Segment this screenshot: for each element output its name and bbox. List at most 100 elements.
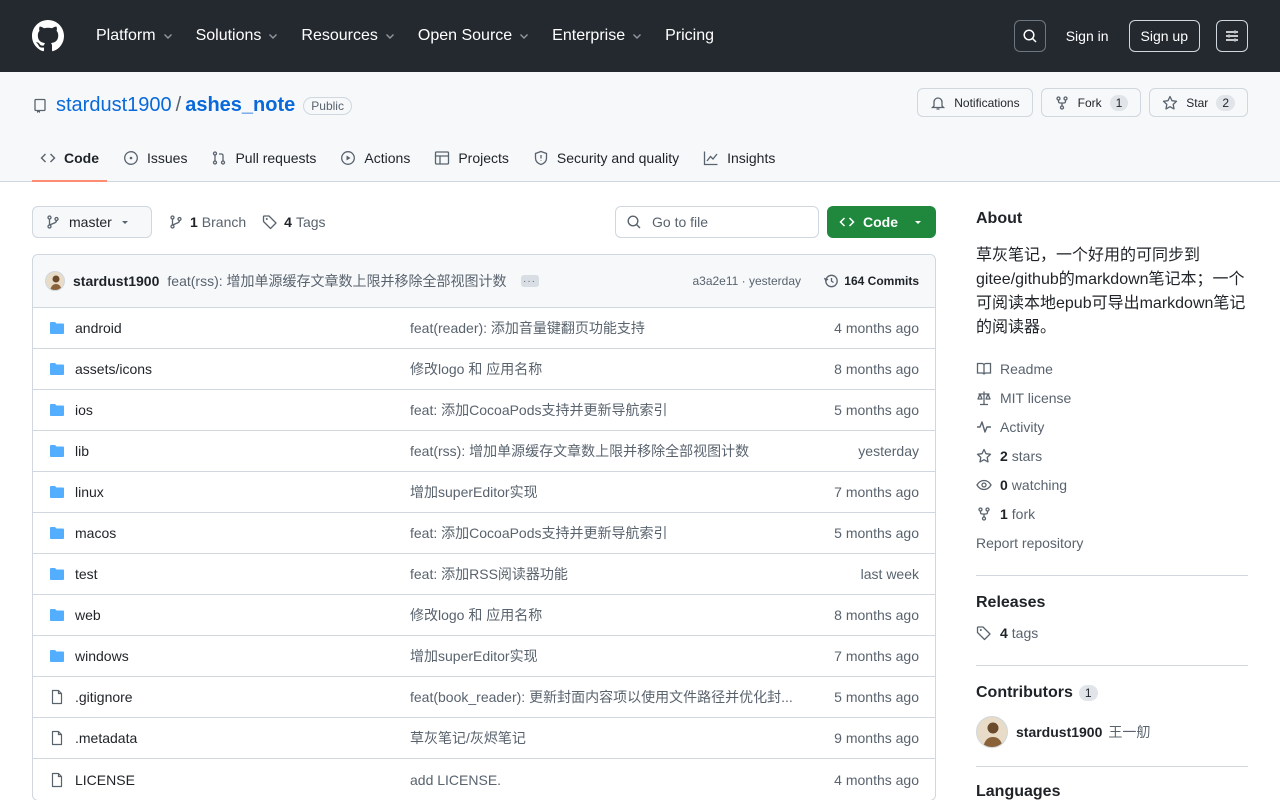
file-commit-message[interactable]: 增加superEditor实现: [410, 646, 538, 666]
branches-link[interactable]: 1 Branch: [168, 214, 246, 230]
file-name[interactable]: ios: [75, 402, 93, 418]
tab-code[interactable]: Code: [32, 135, 107, 182]
fork-label: fork: [1011, 505, 1036, 522]
license-link[interactable]: MIT license: [976, 383, 1248, 412]
file-name[interactable]: macos: [75, 525, 116, 541]
releases-heading[interactable]: Releases: [976, 594, 1248, 612]
avatar[interactable]: [976, 716, 1008, 748]
tab-projects[interactable]: Projects: [426, 135, 517, 181]
file-row[interactable]: assets/icons 修改logo 和 应用名称 8 months ago: [33, 349, 935, 390]
file-name[interactable]: windows: [75, 648, 129, 664]
file-commit-message[interactable]: 修改logo 和 应用名称: [410, 359, 542, 379]
contributors-title: Contributors: [976, 684, 1073, 701]
sign-up-button[interactable]: Sign up: [1128, 20, 1200, 52]
file-commit-message[interactable]: feat(book_reader): 更新封面内容项以使用文件路径并优化封...: [410, 687, 793, 707]
folder-icon: [50, 445, 64, 457]
file-row[interactable]: lib feat(rss): 增加单源缓存文章数上限并移除全部视图计数 yester…: [33, 431, 935, 472]
nav-enterprise[interactable]: Enterprise: [544, 20, 651, 52]
nav-platform[interactable]: Platform: [88, 20, 182, 52]
avatar[interactable]: [45, 271, 65, 291]
table-icon: [435, 151, 450, 165]
tags-link[interactable]: 4 Tags: [262, 214, 326, 230]
contributor-item[interactable]: stardust1900 王一舠: [976, 716, 1248, 748]
report-repository-link[interactable]: Report repository: [976, 528, 1248, 557]
file-name[interactable]: .gitignore: [75, 689, 133, 705]
star-button[interactable]: Star 2: [1149, 88, 1248, 117]
file-name[interactable]: lib: [75, 443, 89, 459]
file-name[interactable]: test: [75, 566, 98, 582]
sign-in-link[interactable]: Sign in: [1066, 28, 1109, 44]
nav-solutions[interactable]: Solutions: [188, 20, 288, 52]
file-row[interactable]: LICENSE add LICENSE. 4 months ago: [33, 759, 935, 800]
search-button[interactable]: [1013, 20, 1046, 52]
book-icon: [976, 362, 992, 375]
stars-link[interactable]: 2 stars: [976, 441, 1248, 470]
tab-insights[interactable]: Insights: [695, 135, 783, 181]
file-name[interactable]: assets/icons: [75, 361, 152, 377]
file-row[interactable]: .gitignore feat(book_reader): 更新封面内容项以使用文…: [33, 677, 935, 718]
watchers-link[interactable]: 0 watching: [976, 470, 1248, 499]
file-list: android feat(reader): 添加音量键翻页功能支持 4 months…: [33, 308, 935, 800]
file-row[interactable]: windows 增加superEditor实现 7 months ago: [33, 636, 935, 677]
go-to-file-input[interactable]: Go to file: [615, 206, 819, 238]
file-name[interactable]: web: [75, 607, 101, 623]
commit-author[interactable]: stardust1900: [73, 273, 159, 289]
tags-link[interactable]: 4 tags: [976, 618, 1248, 647]
file-commit-message[interactable]: feat(reader): 添加音量键翻页功能支持: [410, 318, 645, 338]
file-row[interactable]: linux 增加superEditor实现 7 months ago: [33, 472, 935, 513]
code-dropdown-button[interactable]: Code: [827, 206, 936, 238]
caret-down-icon: [915, 221, 921, 224]
commit-message[interactable]: feat(rss): 增加单源缓存文章数上限并移除全部视图计数: [167, 271, 506, 291]
file-name[interactable]: android: [75, 320, 122, 336]
tab-pull-requests[interactable]: Pull requests: [203, 135, 324, 181]
file-name[interactable]: LICENSE: [75, 772, 135, 788]
repo-owner-link[interactable]: stardust1900: [56, 94, 172, 117]
commit-sha[interactable]: a3a2e11 · yesterday: [692, 274, 801, 288]
file-row[interactable]: macos feat: 添加CocoaPods支持并更新导航索引 5 months …: [33, 513, 935, 554]
nav-open-source[interactable]: Open Source: [410, 20, 538, 52]
repo-name-link[interactable]: ashes_note: [185, 94, 295, 117]
search-icon: [627, 215, 641, 229]
nav-resources[interactable]: Resources: [293, 20, 403, 52]
file-commit-message[interactable]: feat: 添加CocoaPods支持并更新导航索引: [410, 400, 668, 420]
forks-link[interactable]: 1 fork: [976, 499, 1248, 528]
tag-count: 4: [284, 214, 292, 230]
github-logo-icon[interactable]: [32, 20, 64, 52]
tab-label: Projects: [458, 150, 509, 166]
file-name[interactable]: .metadata: [75, 730, 137, 746]
tab-security[interactable]: Security and quality: [525, 135, 687, 181]
tab-issues[interactable]: Issues: [115, 135, 195, 181]
file-icon: [51, 772, 63, 787]
fork-button[interactable]: Fork 1: [1040, 88, 1142, 117]
file-row[interactable]: ios feat: 添加CocoaPods支持并更新导航索引 5 months ag…: [33, 390, 935, 431]
divider: [976, 766, 1248, 767]
nav-pricing[interactable]: Pricing: [657, 20, 722, 52]
file-row[interactable]: test feat: 添加RSS阅读器功能 last week: [33, 554, 935, 595]
file-name[interactable]: linux: [75, 484, 104, 500]
commits-link[interactable]: 164 Commits: [823, 273, 919, 289]
activity-label: Activity: [1000, 418, 1045, 435]
file-commit-message[interactable]: 草灰笔记/灰烬笔记: [410, 728, 526, 748]
tab-actions[interactable]: Actions: [332, 135, 418, 181]
activity-link[interactable]: Activity: [976, 412, 1248, 441]
code-icon: [839, 217, 855, 227]
file-commit-date: 5 months ago: [834, 689, 919, 705]
caret-down-icon: [122, 221, 128, 224]
settings-menu-button[interactable]: [1216, 20, 1248, 52]
contributor-name[interactable]: stardust1900: [1016, 724, 1102, 740]
branch-selector[interactable]: master: [32, 206, 152, 238]
file-row[interactable]: web 修改logo 和 应用名称 8 months ago: [33, 595, 935, 636]
file-commit-message[interactable]: feat: 添加CocoaPods支持并更新导航索引: [410, 523, 668, 543]
file-commit-message[interactable]: 增加superEditor实现: [410, 482, 538, 502]
file-commit-message[interactable]: add LICENSE.: [410, 772, 501, 788]
file-commit-message[interactable]: 修改logo 和 应用名称: [410, 605, 542, 625]
readme-link[interactable]: Readme: [976, 354, 1248, 383]
repo-sidebar: About 草灰笔记，一个好用的可同步到gitee/github的markdow…: [976, 210, 1248, 800]
expand-commit-icon[interactable]: ···: [520, 275, 539, 287]
file-row[interactable]: .metadata 草灰笔记/灰烬笔记 9 months ago: [33, 718, 935, 759]
contributors-heading[interactable]: Contributors 1: [976, 684, 1248, 702]
file-row[interactable]: android feat(reader): 添加音量键翻页功能支持 4 months…: [33, 308, 935, 349]
file-commit-message[interactable]: feat: 添加RSS阅读器功能: [410, 564, 568, 584]
file-commit-message[interactable]: feat(rss): 增加单源缓存文章数上限并移除全部视图计数: [410, 441, 749, 461]
notifications-button[interactable]: Notifications: [917, 88, 1033, 117]
